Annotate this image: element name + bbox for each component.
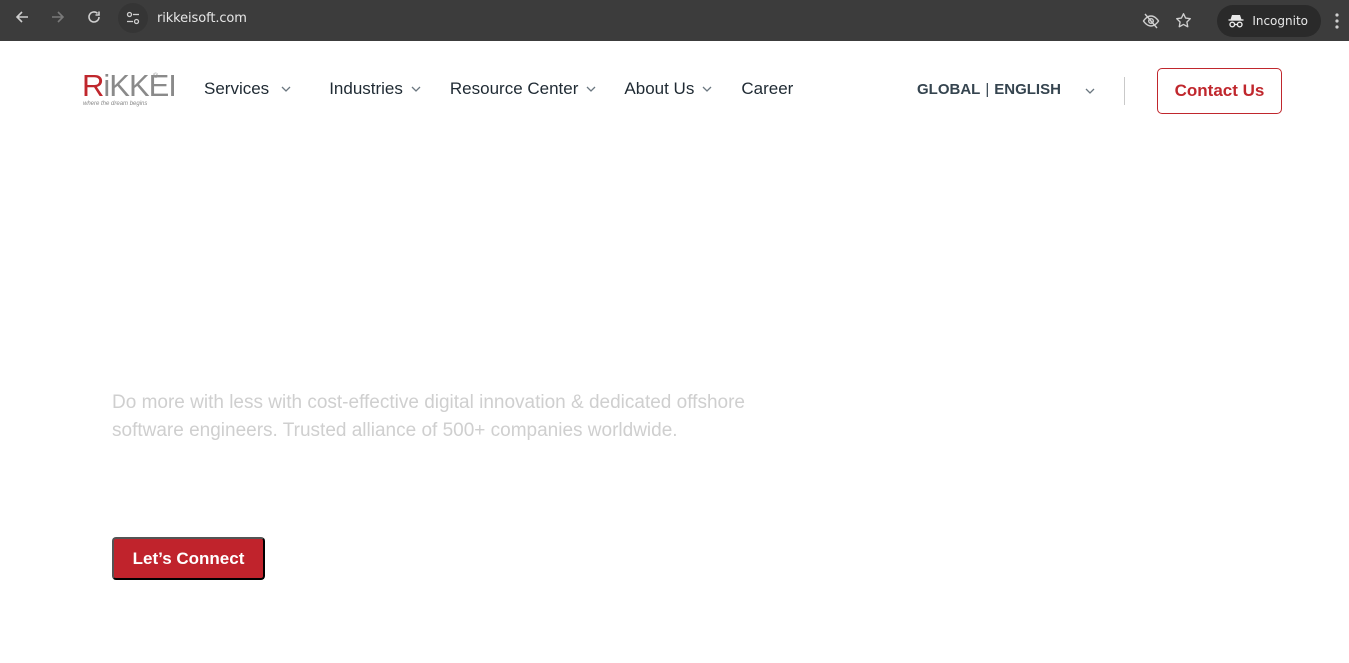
logo-letters: iKKEI (103, 68, 177, 103)
back-button[interactable] (10, 5, 34, 29)
registered-mark: ® (153, 73, 159, 80)
nav-item-resource-center[interactable]: Resource Center (450, 79, 597, 99)
tune-icon (126, 11, 140, 25)
address-bar[interactable]: rikkeisoft.com (118, 3, 247, 33)
rikkei-logo[interactable]: RiKKEI ® where the dream begins (82, 70, 177, 112)
chevron-down-icon (281, 86, 291, 92)
browser-menu-button[interactable] (1325, 12, 1349, 29)
browser-toolbar: rikkeisoft.com Incognito (0, 0, 1349, 41)
language-label: ENGLISH (994, 81, 1061, 98)
logo-tagline: where the dream begins (83, 101, 148, 107)
logo-letter-r: R (82, 68, 104, 103)
lets-connect-button[interactable]: Let’s Connect (112, 537, 265, 580)
nav-label: About Us (624, 79, 695, 98)
incognito-icon (1228, 14, 1244, 27)
language-separator: | (985, 81, 990, 98)
main-nav: Services Industries Resource Center Abou… (204, 79, 793, 99)
nav-label: Services (204, 79, 270, 98)
chevron-down-icon (1085, 88, 1095, 94)
language-selector[interactable]: GLOBAL | ENGLISH (917, 81, 1095, 98)
eye-off-icon (1142, 13, 1160, 28)
header-divider (1124, 77, 1125, 105)
contact-us-button[interactable]: Contact Us (1157, 68, 1282, 114)
reload-button[interactable] (82, 5, 106, 29)
url-text[interactable]: rikkeisoft.com (157, 11, 247, 26)
site-info-button[interactable] (118, 3, 148, 33)
nav-item-career[interactable]: Career (741, 79, 793, 99)
forward-button[interactable] (46, 5, 70, 29)
site-header: RiKKEI ® where the dream begins Services… (0, 41, 1349, 131)
nav-item-services[interactable]: Services (204, 79, 291, 99)
arrow-right-icon (52, 11, 65, 23)
nav-item-industries[interactable]: Industries (329, 79, 421, 99)
reload-icon (88, 11, 100, 23)
hero-description: Do more with less with cost-effective di… (112, 392, 745, 441)
tracking-protection-button[interactable] (1135, 12, 1167, 30)
chevron-down-icon (586, 86, 596, 92)
nav-label: Industries (329, 79, 403, 98)
star-icon (1175, 13, 1191, 28)
arrow-left-icon (15, 11, 28, 23)
bookmark-button[interactable] (1167, 12, 1199, 29)
nav-item-about-us[interactable]: About Us (624, 79, 712, 99)
chevron-down-icon (702, 86, 712, 92)
logo-wordmark: RiKKEI (82, 68, 177, 103)
incognito-badge[interactable]: Incognito (1217, 4, 1321, 37)
chevron-down-icon (411, 86, 421, 92)
incognito-label: Incognito (1252, 13, 1308, 28)
nav-label: Career (741, 79, 794, 98)
region-label: GLOBAL (917, 81, 981, 98)
kebab-menu-icon (1335, 12, 1339, 29)
nav-label: Resource Center (449, 79, 579, 98)
